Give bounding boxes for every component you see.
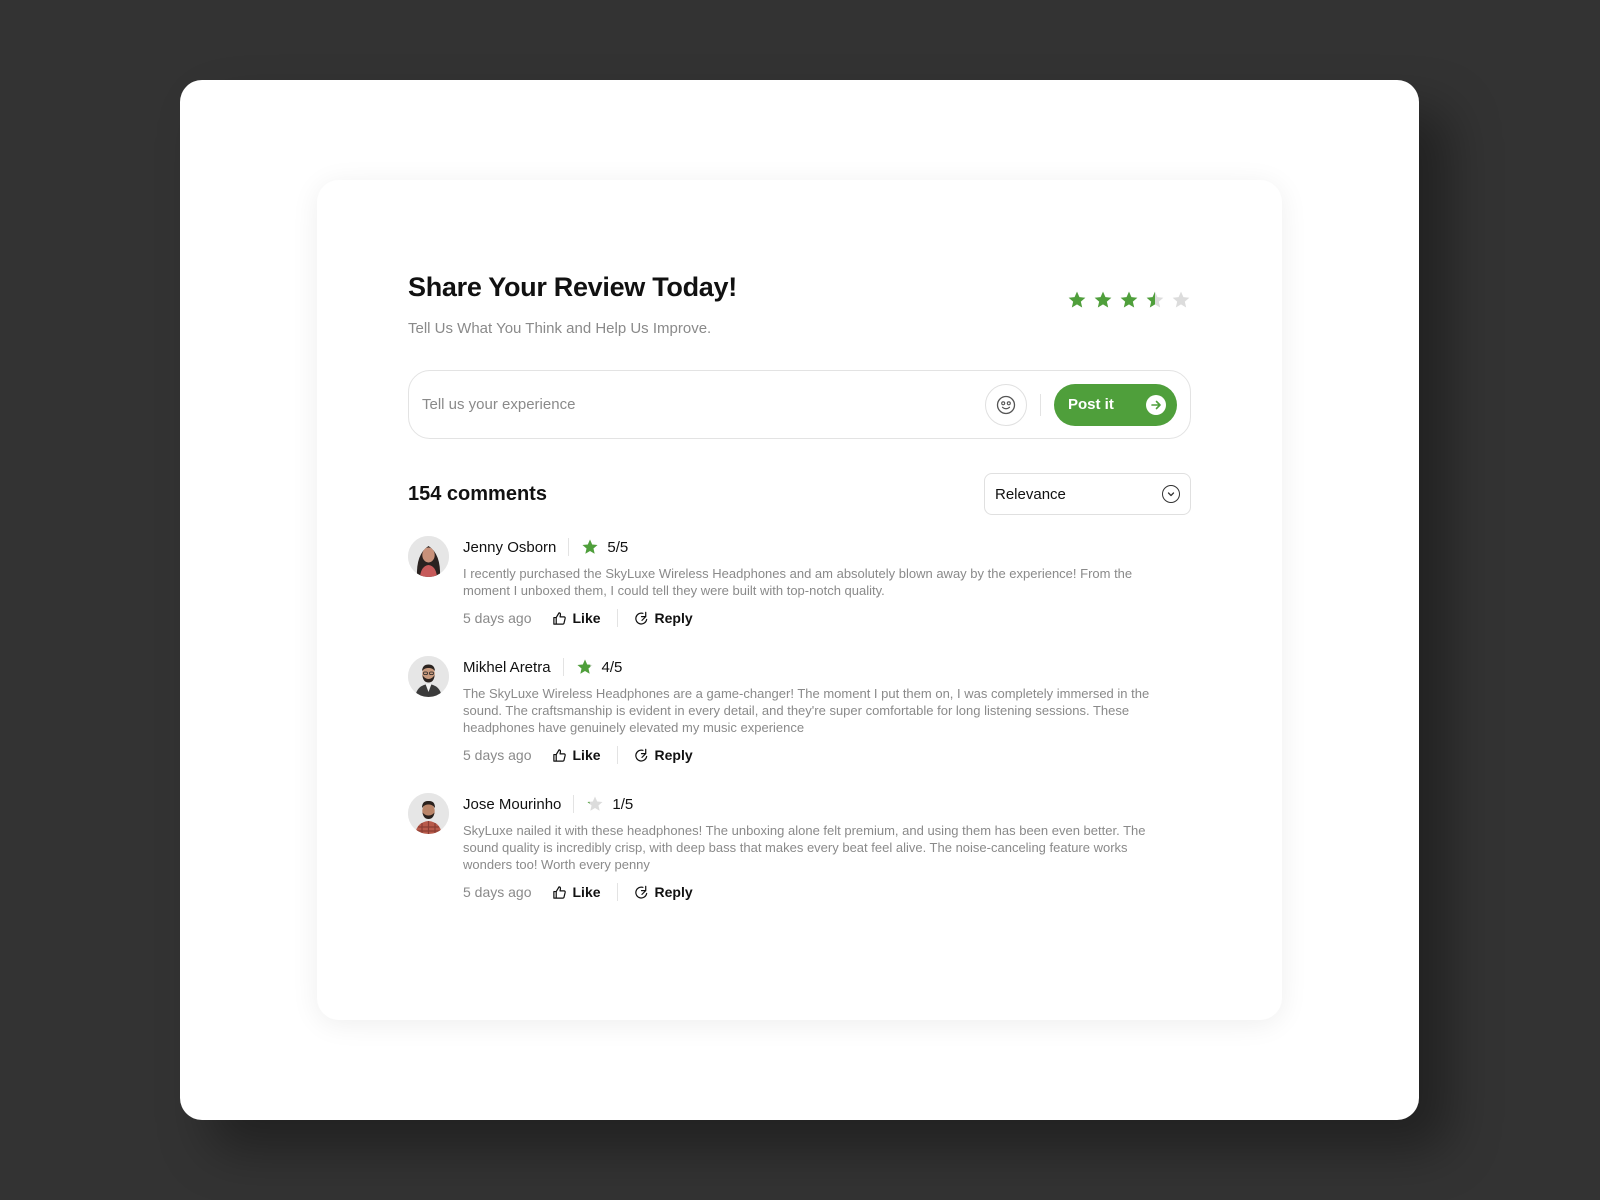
reply-label: Reply <box>654 747 693 763</box>
comment-author: Mikhel Aretra <box>463 658 551 676</box>
avatar <box>408 793 449 834</box>
comment-author: Jenny Osborn <box>463 538 557 556</box>
star-icon <box>586 795 604 813</box>
page-subtitle: Tell Us What You Think and Help Us Impro… <box>408 320 712 337</box>
star-icon[interactable] <box>1145 290 1165 310</box>
comment-text: SkyLuxe nailed it with these headphones!… <box>463 823 1146 872</box>
like-button[interactable]: Like <box>552 884 601 900</box>
comment-author: Jose Mourinho <box>463 795 562 813</box>
reply-button[interactable]: Reply <box>634 884 693 900</box>
comment-actions: 5 days ago Like Reply <box>463 881 1191 903</box>
like-label: Like <box>572 884 601 900</box>
like-button[interactable]: Like <box>552 610 601 626</box>
post-button[interactable]: Post it <box>1054 383 1177 426</box>
comment-time: 5 days ago <box>463 610 532 626</box>
comment-item: Jenny Osborn 5/5 I recently purchased th… <box>408 535 1191 629</box>
reply-label: Reply <box>654 610 693 626</box>
comment-body: Jose Mourinho 1/5 SkyLuxe nailed it with… <box>463 792 1191 903</box>
thumbs-up-icon <box>552 885 566 899</box>
like-button[interactable]: Like <box>552 747 601 763</box>
divider <box>616 746 618 764</box>
review-card: Share Your Review Today! Tell Us What Yo… <box>317 180 1282 1020</box>
emoji-button[interactable] <box>985 383 1027 426</box>
avatar <box>408 656 449 697</box>
comment-meta: Jenny Osborn 5/5 <box>463 535 1191 559</box>
comment-meta: Jose Mourinho 1/5 <box>463 792 1191 816</box>
comment-time: 5 days ago <box>463 747 532 763</box>
smiley-icon <box>996 395 1016 414</box>
comment-rating: 4/5 <box>601 658 623 676</box>
comment-list: Jenny Osborn 5/5 I recently purchased th… <box>408 535 1191 903</box>
comment-meta: Mikhel Aretra 4/5 <box>463 655 1191 679</box>
comment-time: 5 days ago <box>463 884 532 900</box>
reply-icon <box>634 611 647 625</box>
sort-dropdown[interactable]: Relevance <box>984 473 1191 515</box>
review-input[interactable] <box>422 396 985 413</box>
reply-label: Reply <box>654 884 693 900</box>
star-icon[interactable] <box>1119 290 1139 310</box>
comment-item: Mikhel Aretra 4/5 The SkyLuxe Wireless H… <box>408 655 1191 766</box>
star-rating-input[interactable] <box>1067 290 1191 310</box>
comment-count: 154 comments <box>408 482 547 505</box>
comments-header: 154 comments Relevance <box>408 473 1191 515</box>
comment-item: Jose Mourinho 1/5 SkyLuxe nailed it with… <box>408 792 1191 903</box>
comment-actions: 5 days ago Like Reply <box>463 744 1191 766</box>
comment-text: I recently purchased the SkyLuxe Wireles… <box>463 566 1133 598</box>
avatar <box>408 536 449 577</box>
star-icon[interactable] <box>1067 290 1087 310</box>
star-icon <box>581 538 599 556</box>
comment-body: Mikhel Aretra 4/5 The SkyLuxe Wireless H… <box>463 655 1191 766</box>
divider <box>616 609 618 627</box>
review-composer: Post it <box>408 370 1191 439</box>
like-label: Like <box>572 610 601 626</box>
chevron-down-icon <box>1162 485 1180 503</box>
composer-divider <box>1040 393 1041 416</box>
review-content: Share Your Review Today! Tell Us What Yo… <box>408 272 1191 929</box>
star-icon <box>576 658 594 676</box>
reply-button[interactable]: Reply <box>634 610 693 626</box>
comment-rating: 1/5 <box>612 795 634 813</box>
divider <box>562 658 564 676</box>
star-icon[interactable] <box>1093 290 1113 310</box>
divider <box>568 538 570 556</box>
arrow-right-circle-icon <box>1146 394 1166 415</box>
app-frame: Share Your Review Today! Tell Us What Yo… <box>180 80 1419 1120</box>
review-header: Share Your Review Today! Tell Us What Yo… <box>408 272 1191 362</box>
comment-body: Jenny Osborn 5/5 I recently purchased th… <box>463 535 1191 629</box>
reply-button[interactable]: Reply <box>634 747 693 763</box>
star-icon[interactable] <box>1171 290 1191 310</box>
reply-icon <box>634 748 647 762</box>
reply-icon <box>634 885 647 899</box>
post-button-label: Post it <box>1068 396 1114 413</box>
divider <box>616 883 618 901</box>
thumbs-up-icon <box>552 611 566 625</box>
comment-rating: 5/5 <box>607 538 629 556</box>
like-label: Like <box>572 747 601 763</box>
thumbs-up-icon <box>552 748 566 762</box>
sort-selected-value: Relevance <box>995 485 1066 503</box>
divider <box>573 795 575 813</box>
comment-text: The SkyLuxe Wireless Headphones are a ga… <box>463 686 1150 735</box>
comment-actions: 5 days ago Like Reply <box>463 607 1191 629</box>
